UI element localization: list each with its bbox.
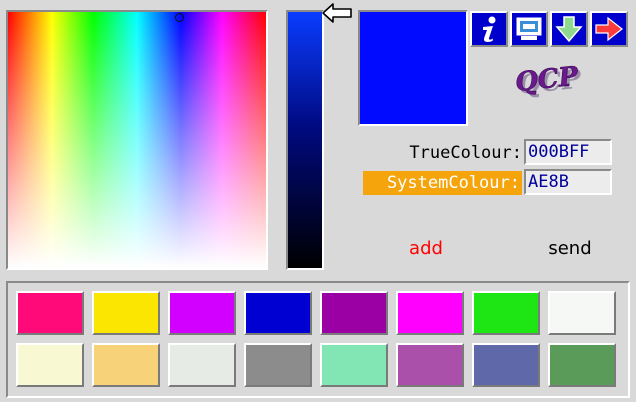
palette-swatch[interactable] — [548, 291, 616, 335]
spectrum-picker-marker[interactable] — [175, 13, 184, 22]
palette-swatch[interactable] — [16, 291, 84, 335]
brightness-slider[interactable] — [286, 10, 324, 270]
palette-swatch[interactable] — [92, 291, 160, 335]
palette-swatch[interactable] — [168, 343, 236, 387]
info-button[interactable] — [470, 11, 508, 47]
palette-swatch[interactable] — [472, 343, 540, 387]
color-spectrum[interactable] — [6, 10, 268, 270]
color-palette — [6, 281, 630, 398]
info-icon — [483, 16, 496, 42]
true-colour-label: TrueColour: — [409, 143, 522, 163]
true-colour-field[interactable]: 000BFF — [524, 139, 612, 165]
palette-swatch[interactable] — [548, 343, 616, 387]
system-colour-label: SystemColour: — [363, 171, 522, 195]
palette-swatch[interactable] — [396, 343, 464, 387]
monitor-icon — [516, 17, 542, 40]
spectrum-saturation-gradient — [8, 12, 266, 268]
download-button[interactable] — [550, 11, 588, 47]
color-preview-fill — [360, 12, 466, 124]
brightness-pointer-icon[interactable] — [321, 2, 353, 24]
right-arrow-icon — [595, 16, 623, 42]
system-colour-field[interactable]: AE8B — [524, 169, 612, 195]
screen-button[interactable] — [510, 11, 548, 47]
palette-swatch[interactable] — [320, 343, 388, 387]
qcp-logo: QCP QCP — [514, 61, 584, 101]
forward-button[interactable] — [590, 11, 628, 47]
download-arrow-icon — [555, 16, 583, 43]
color-preview — [358, 10, 468, 126]
palette-swatch[interactable] — [92, 343, 160, 387]
add-button[interactable]: add — [400, 236, 452, 260]
send-button[interactable]: send — [538, 236, 602, 260]
palette-swatch[interactable] — [244, 343, 312, 387]
palette-swatch[interactable] — [396, 291, 464, 335]
palette-swatch[interactable] — [320, 291, 388, 335]
palette-swatch[interactable] — [168, 291, 236, 335]
palette-swatch[interactable] — [244, 291, 312, 335]
palette-swatch[interactable] — [472, 291, 540, 335]
palette-swatch[interactable] — [16, 343, 84, 387]
